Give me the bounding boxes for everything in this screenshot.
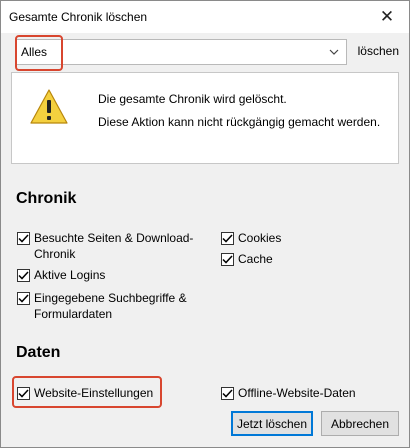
time-range-label: löschen <box>357 44 399 58</box>
checkbox-checked-icon[interactable] <box>17 232 30 245</box>
warning-box: Die gesamte Chronik wird gelöscht. Diese… <box>11 72 399 164</box>
checkbox-site-settings[interactable]: Website-Einstellungen <box>17 385 153 401</box>
close-icon: ✕ <box>379 6 395 26</box>
warning-text-primary: Die gesamte Chronik wird gelöscht. <box>98 92 287 106</box>
checkbox-form-data[interactable]: Eingegebene Suchbegriffe & Formulardaten <box>17 290 205 322</box>
checkbox-label: Offline-Website-Daten <box>238 386 356 400</box>
chevron-down-icon <box>326 42 342 62</box>
time-range-row: Alles löschen <box>15 39 399 65</box>
checkbox-label: Cookies <box>238 231 282 245</box>
time-range-select[interactable]: Alles <box>15 39 347 65</box>
checkbox-cache[interactable]: Cache <box>221 251 273 267</box>
checkbox-checked-icon[interactable] <box>17 269 30 282</box>
checkbox-offline-data[interactable]: Offline-Website-Daten <box>221 385 356 401</box>
checkbox-label: Aktive Logins <box>34 268 106 282</box>
cancel-button[interactable]: Abbrechen <box>321 411 399 436</box>
checkbox-label: Eingegebene Suchbegriffe & Formulardaten <box>34 291 187 321</box>
checkbox-checked-icon[interactable] <box>221 253 234 266</box>
warning-text-secondary: Diese Aktion kann nicht rückgängig gemac… <box>98 115 381 129</box>
checkbox-checked-icon[interactable] <box>17 292 30 305</box>
checkbox-checked-icon[interactable] <box>17 387 30 400</box>
checkbox-label: Besuchte Seiten & Download-Chronik <box>34 231 194 261</box>
title-bar: Gesamte Chronik löschen ✕ <box>1 1 409 33</box>
warning-triangle-icon <box>29 87 69 127</box>
window-title: Gesamte Chronik löschen <box>9 10 148 24</box>
checkbox-history[interactable]: Besuchte Seiten & Download-Chronik <box>17 230 205 262</box>
checkbox-checked-icon[interactable] <box>221 387 234 400</box>
checkbox-label: Cache <box>238 252 273 266</box>
clear-now-button[interactable]: Jetzt löschen <box>231 411 313 436</box>
clear-history-dialog: Gesamte Chronik löschen ✕ Alles löschen … <box>0 0 410 448</box>
checkbox-cookies[interactable]: Cookies <box>221 230 281 246</box>
time-range-value: Alles <box>21 45 48 59</box>
close-button[interactable]: ✕ <box>365 1 409 32</box>
section-title-daten: Daten <box>16 344 61 361</box>
checkbox-checked-icon[interactable] <box>221 232 234 245</box>
section-title-chronik: Chronik <box>16 190 77 207</box>
checkbox-active-logins[interactable]: Aktive Logins <box>17 267 105 283</box>
checkbox-label: Website-Einstellungen <box>34 386 154 400</box>
